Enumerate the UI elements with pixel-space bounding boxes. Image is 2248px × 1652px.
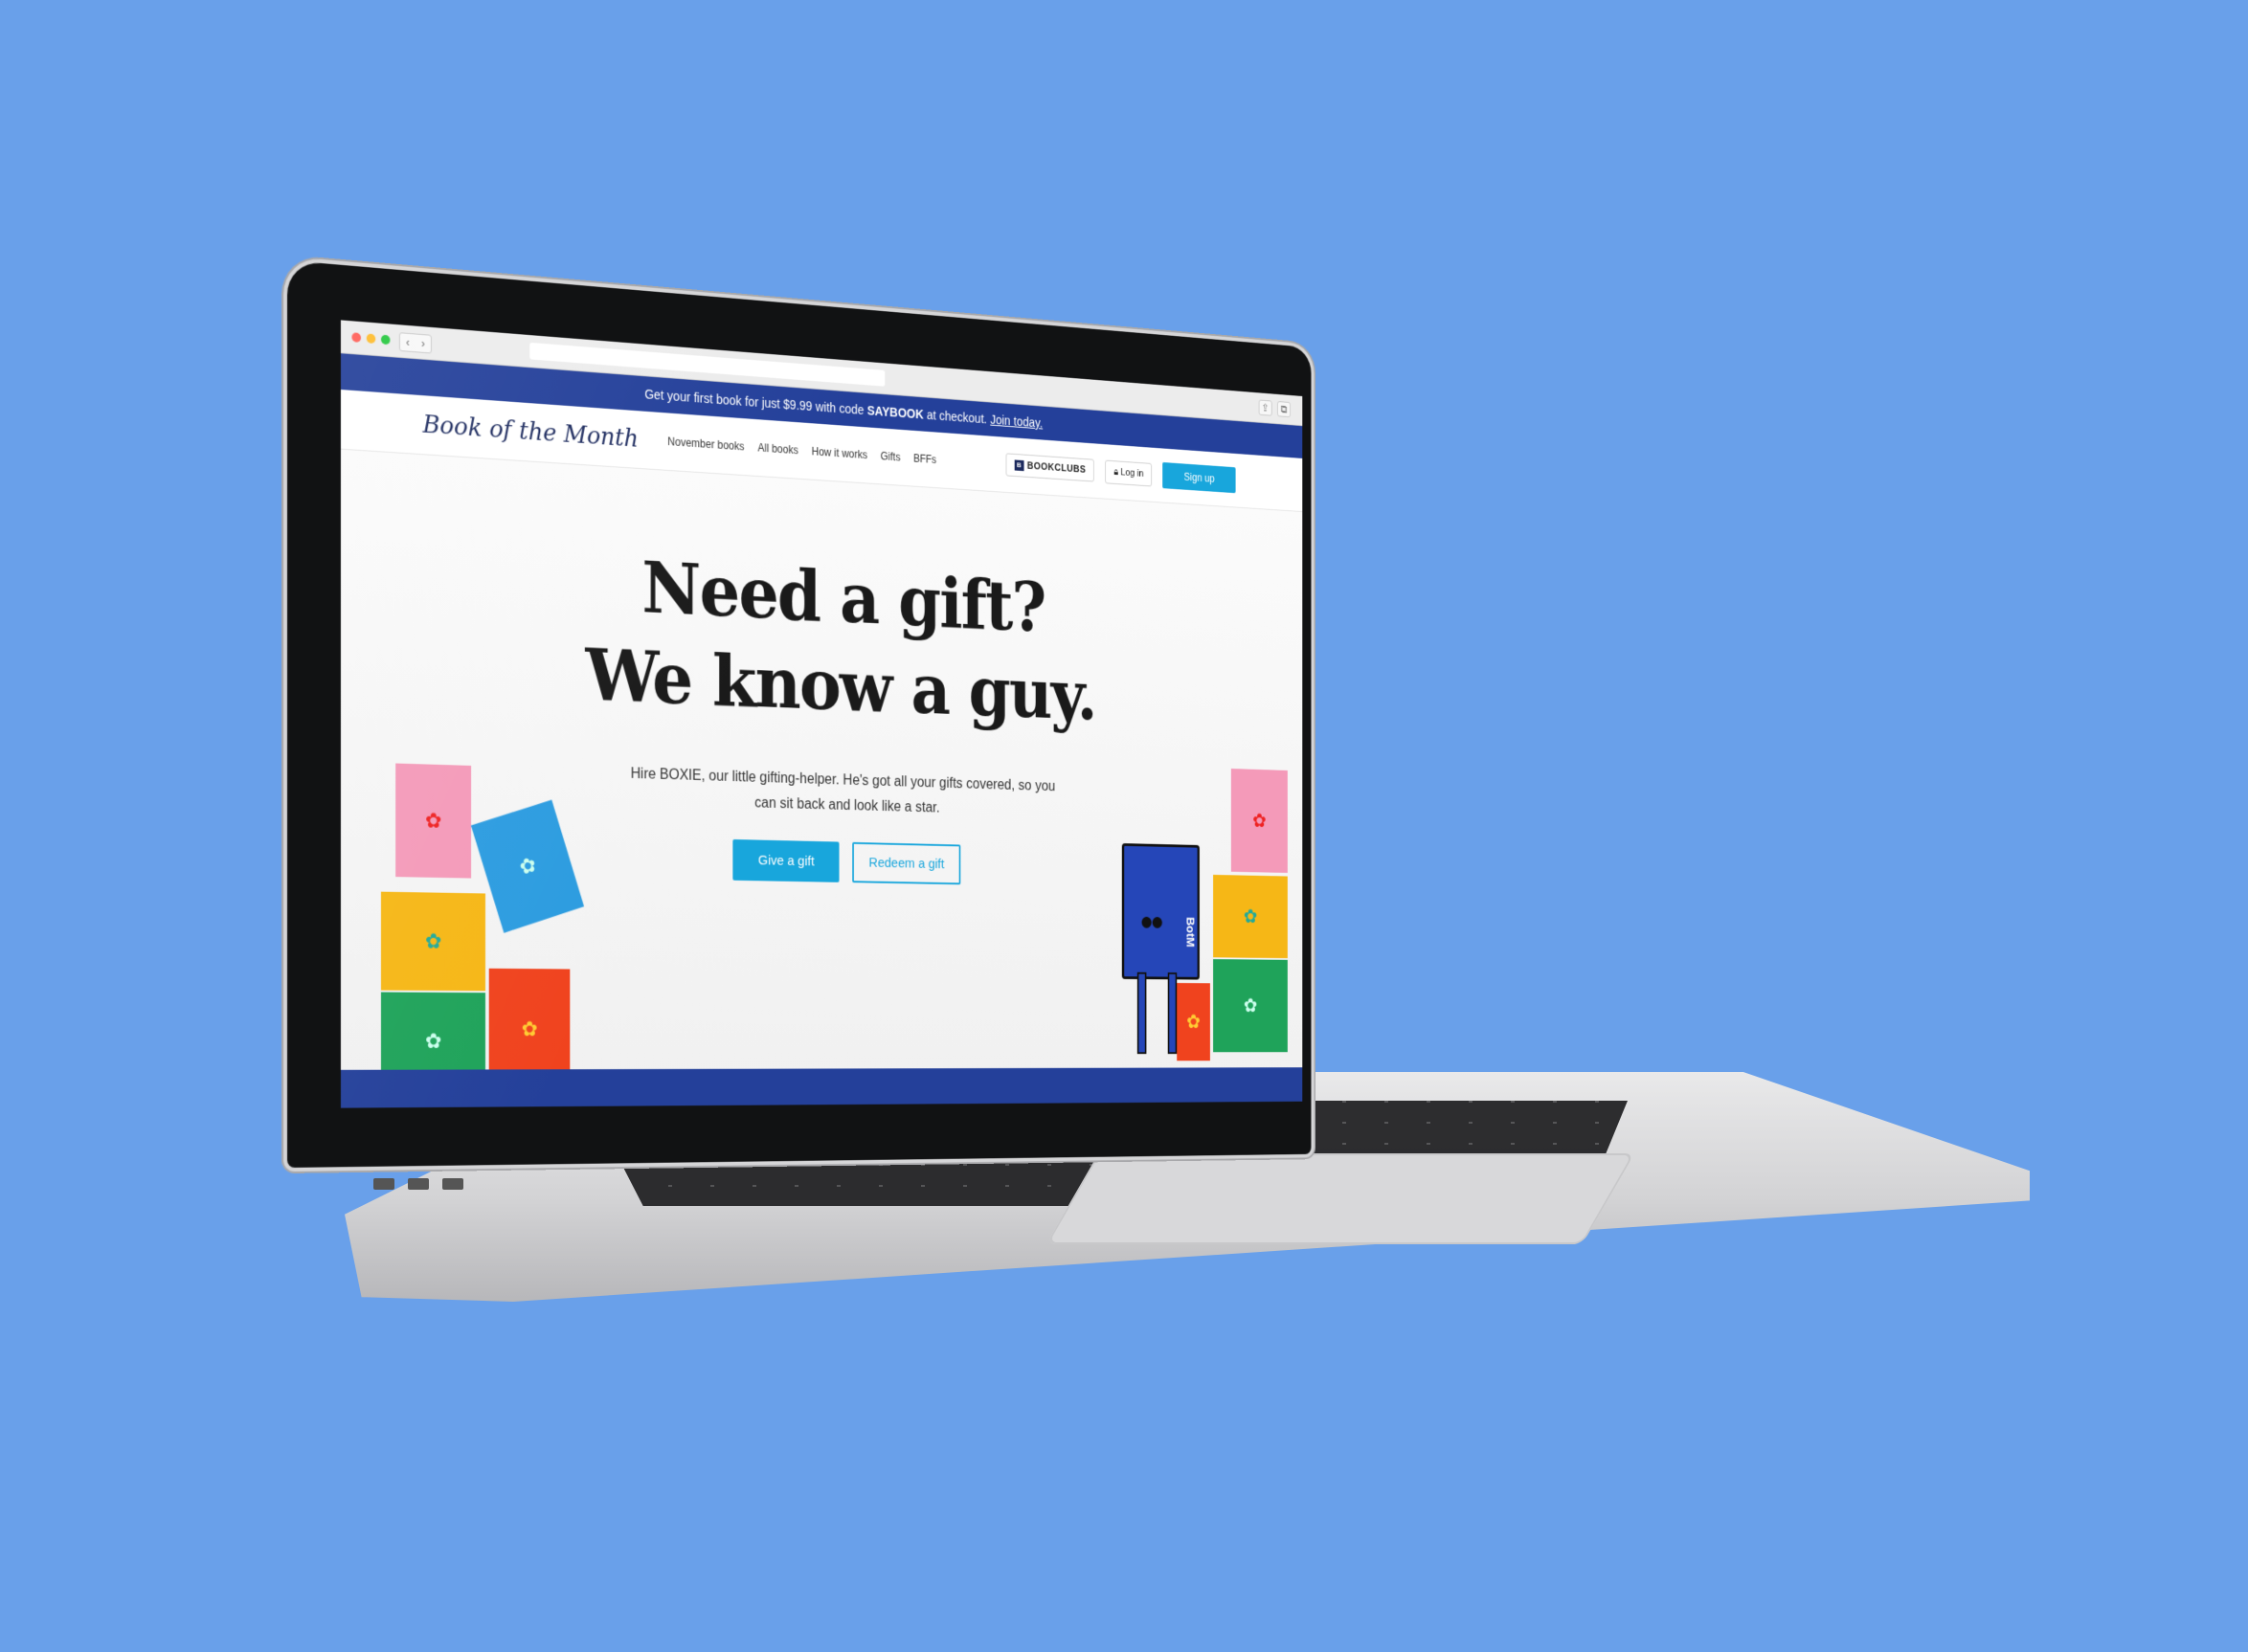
give-gift-button[interactable]: Give a gift [733,839,840,882]
nav-link-how-it-works[interactable]: How it works [812,445,867,461]
gift-box-icon: ✿ [395,764,471,879]
mascot-label: BotM [1184,917,1197,948]
nav-link-november-books[interactable]: November books [667,435,744,453]
share-icon[interactable]: ⇪ [1258,400,1271,416]
bookclubs-icon: B [1015,459,1024,471]
gift-box-icon: ✿ [381,892,485,992]
join-today-link[interactable]: Join today. [990,413,1043,431]
login-button[interactable]: 🔒︎ Log in [1105,459,1152,486]
laptop-trackpad [1046,1153,1635,1244]
hero-subtitle: Hire BOXIE, our little gifting-helper. H… [341,752,1302,831]
promo-code: SAYBOOK [867,403,924,421]
laptop-lid: ‹ › ⇪ ⧉ Get your first book for just $9.… [287,260,1311,1168]
nav-link-bffs[interactable]: BFFs [913,452,936,466]
nav-link-all-books[interactable]: All books [757,441,798,457]
maximize-window-button[interactable] [381,335,390,346]
hero-bottom-band [341,1067,1302,1107]
laptop-ports [373,1177,477,1194]
forward-arrow-icon[interactable]: › [421,337,425,350]
gift-box-icon: ✿ [471,800,584,933]
close-window-button[interactable] [351,332,361,343]
history-nav-buttons[interactable]: ‹ › [399,332,432,353]
minimize-window-button[interactable] [367,333,376,344]
hero-title: Need a gift? We know a guy. [341,525,1302,747]
logo[interactable]: Book of the Month [422,411,638,454]
gift-box-icon: ✿ [1213,959,1288,1052]
tabs-icon[interactable]: ⧉ [1277,401,1291,417]
promo-text: Get your first book for just $9.99 with … [644,387,864,417]
browser-window: ‹ › ⇪ ⧉ Get your first book for just $9.… [341,320,1302,1107]
gift-box-icon: ✿ [1213,875,1288,958]
sunglasses-icon: ●● [1139,907,1161,937]
hero-section: Need a gift? We know a guy. Hire BOXIE, … [341,450,1302,1108]
boxie-mascot: ●● BotM [1114,826,1205,1070]
bookclubs-label: BOOKCLUBS [1027,460,1086,475]
nav-link-gifts[interactable]: Gifts [881,450,901,464]
back-arrow-icon[interactable]: ‹ [406,336,410,349]
gift-box-icon: ✿ [1231,769,1288,873]
signup-button[interactable]: Sign up [1162,462,1235,493]
redeem-gift-button[interactable]: Redeem a gift [852,842,960,884]
promo-text-after: at checkout. [927,408,987,426]
login-label: Log in [1120,467,1143,480]
bookclubs-button[interactable]: B BOOKCLUBS [1006,453,1095,481]
